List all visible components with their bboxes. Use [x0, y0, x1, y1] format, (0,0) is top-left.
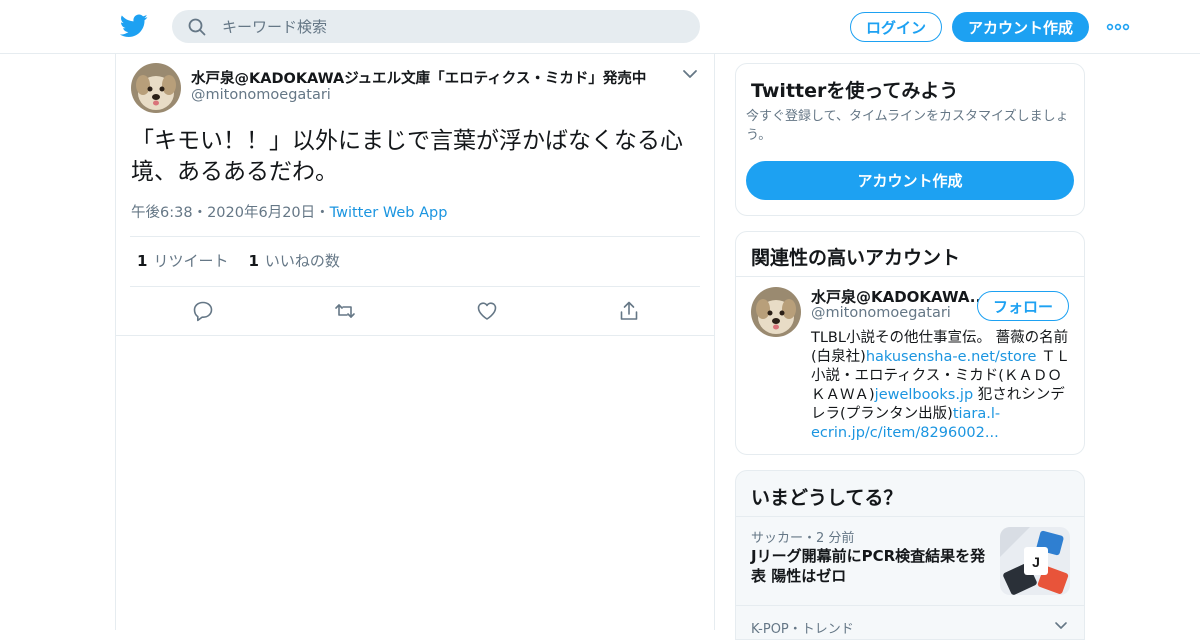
signup-card: Twitterを使ってみよう 今すぐ登録して、タイムラインをカスタマイズしましょ…	[735, 63, 1085, 216]
login-button[interactable]: ログイン	[850, 12, 942, 42]
trend-meta: サッカー・2 分前	[751, 531, 855, 546]
like-label: いいねの数	[264, 252, 340, 270]
tweet-timestamp: 午後6:38・2020年6月20日・Twitter Web App	[131, 201, 447, 222]
search-input[interactable]	[222, 10, 682, 43]
related-bio: TLBL小説その他仕事宣伝。 薔薇の名前(白泉社)hakusensha-e.ne…	[811, 329, 1073, 443]
trends-card: いまどうしてる？ サッカー・2 分前 Jリーグ開幕前にPCR検査結果を発表 陽性…	[735, 470, 1085, 640]
share-icon[interactable]	[618, 300, 640, 322]
signup-card-subtitle: 今すぐ登録して、タイムラインをカスタマイズしましょう。	[746, 109, 1069, 143]
search-box[interactable]	[172, 10, 700, 43]
reply-icon[interactable]	[192, 300, 214, 322]
like-stat[interactable]: 1 いいねの数	[248, 252, 339, 270]
tweet-time[interactable]: 午後6:38	[131, 205, 193, 221]
signup-button[interactable]: アカウント作成	[952, 12, 1089, 42]
svg-text:J: J	[1032, 554, 1040, 570]
related-name[interactable]: 水戸泉@KADOKAWA...	[811, 286, 987, 307]
author-handle[interactable]: @mitonomoegatari	[191, 87, 331, 103]
related-card-title: 関連性の高いアカウント	[751, 247, 961, 269]
tweet-column: 水戸泉@KADOKAWAジュエル文庫「エロティクス・ミカド」発売中 @miton…	[115, 54, 715, 630]
trend-thumbnail[interactable]: J	[1000, 527, 1070, 595]
tweet-source-link[interactable]: Twitter Web App	[330, 205, 448, 221]
like-count: 1	[248, 252, 259, 270]
meta-separator: ・	[315, 205, 330, 221]
author-name[interactable]: 水戸泉@KADOKAWAジュエル文庫「エロティクス・ミカド」発売中	[191, 67, 646, 88]
divider	[736, 276, 1084, 277]
follow-button[interactable]: フォロー	[977, 291, 1069, 321]
divider	[130, 286, 700, 287]
tweet-date[interactable]: 2020年6月20日	[207, 205, 315, 221]
search-icon	[188, 18, 206, 36]
signup-card-button[interactable]: アカウント作成	[746, 161, 1074, 200]
retweet-icon[interactable]	[334, 300, 356, 322]
trends-card-title: いまどうしてる？	[751, 487, 903, 509]
author-avatar[interactable]	[131, 63, 181, 113]
signup-card-title: Twitterを使ってみよう	[751, 80, 959, 102]
related-accounts-card: 関連性の高いアカウント 水戸泉@KADOKAWA... @mitonomoega…	[735, 231, 1085, 455]
divider	[736, 605, 1084, 606]
tweet-text: 「キモい！！」以外にまじで言葉が浮かばなくなる心境、あるあるだわ。	[131, 128, 683, 185]
tweet-card: 水戸泉@KADOKAWAジュエル文庫「エロティクス・ミカド」発売中 @miton…	[116, 54, 714, 336]
divider	[736, 516, 1084, 517]
tweet-stats: 1 リツイート 1 いいねの数	[137, 250, 340, 271]
retweet-stat[interactable]: 1 リツイート	[137, 252, 228, 270]
trend-title[interactable]: Jリーグ開幕前にPCR検査結果を発表 陽性はゼロ	[751, 546, 996, 586]
related-avatar[interactable]	[751, 287, 801, 337]
divider	[130, 236, 700, 237]
bio-link[interactable]: jewelbooks.jp	[875, 387, 974, 403]
meta-separator: ・	[192, 205, 208, 221]
bio-link[interactable]: hakusensha-e.net/store	[866, 349, 1037, 365]
top-bar: ログイン アカウント作成	[0, 0, 1200, 54]
like-heart-icon[interactable]	[476, 300, 498, 322]
twitter-bird-icon[interactable]	[120, 13, 148, 39]
more-options-icon[interactable]	[1106, 18, 1130, 36]
retweet-count: 1	[137, 252, 148, 270]
related-handle[interactable]: @mitonomoegatari	[811, 305, 951, 321]
chevron-down-icon[interactable]	[682, 68, 698, 80]
retweet-label: リツイート	[153, 252, 229, 270]
trend-meta: K-POP・トレンド	[751, 622, 854, 637]
